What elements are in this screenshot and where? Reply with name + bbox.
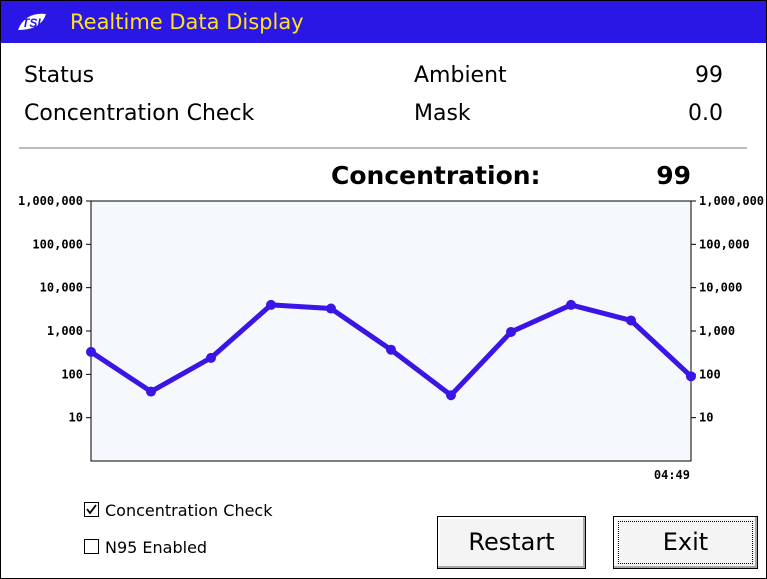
status-label: Status — [24, 63, 95, 88]
data-point — [686, 371, 696, 382]
y-tick-label-right: 1,000,000 — [699, 194, 764, 208]
mask-label: Mask — [414, 101, 471, 126]
concentration-chart: 10 10 100 100 1,000 1,000 10,000 10,000 100,000 1… — [18, 194, 764, 482]
data-point — [506, 326, 516, 337]
n95-enabled-option-label: N95 Enabled — [105, 538, 208, 557]
n95-enabled-option[interactable]: N95 Enabled — [84, 538, 207, 558]
mask-value: 0.0 — [688, 101, 723, 126]
y-tick-label-right: 10 — [699, 411, 713, 425]
focus-outline — [618, 521, 753, 564]
concentration-value: 99 — [656, 161, 691, 190]
y-tick-label-right: 100 — [699, 367, 721, 381]
concentration-check-option-label: Concentration Check — [105, 501, 273, 520]
window-title: Realtime Data Display — [70, 10, 304, 34]
data-point — [326, 303, 336, 314]
y-tick-label-right: 100,000 — [699, 237, 750, 251]
data-point — [86, 346, 96, 357]
concentration-label: Concentration: — [331, 161, 541, 190]
concentration-check-option[interactable]: Concentration Check — [84, 501, 273, 521]
y-tick-label-right: 10,000 — [699, 281, 742, 295]
concentration-check-status-label: Concentration Check — [24, 101, 255, 126]
data-point — [386, 344, 396, 355]
y-tick-label-left: 100,000 — [32, 237, 83, 251]
title-bar: TSI Realtime Data Display — [1, 1, 766, 43]
realtime-data-window: TSI Realtime Data Display Status Ambient… — [0, 0, 767, 579]
tsi-logo-icon: TSI — [18, 13, 46, 30]
y-tick-label-right: 1,000 — [699, 324, 735, 338]
exit-button[interactable]: Exit — [613, 516, 758, 569]
data-point — [626, 315, 636, 326]
y-tick-label-left: 1,000,000 — [18, 194, 83, 208]
data-point — [206, 352, 216, 363]
svg-text:TSI: TSI — [22, 16, 41, 30]
checkmark-icon — [86, 504, 97, 515]
ambient-value: 99 — [695, 63, 723, 88]
data-point — [266, 299, 276, 310]
concentration-check-checkbox[interactable] — [84, 502, 99, 517]
data-point — [566, 299, 576, 310]
ambient-label: Ambient — [414, 63, 507, 88]
y-tick-label-left: 100 — [61, 367, 83, 381]
y-tick-label-left: 10,000 — [40, 281, 83, 295]
y-tick-label-left: 10 — [69, 411, 83, 425]
plot-area — [90, 200, 692, 462]
data-point — [446, 390, 456, 401]
n95-enabled-checkbox[interactable] — [84, 539, 99, 554]
x-tick-label: 04:49 — [654, 468, 690, 482]
restart-button[interactable]: Restart — [437, 516, 586, 569]
y-tick-label-left: 1,000 — [47, 324, 83, 338]
data-point — [146, 386, 156, 397]
divider — [19, 147, 747, 149]
